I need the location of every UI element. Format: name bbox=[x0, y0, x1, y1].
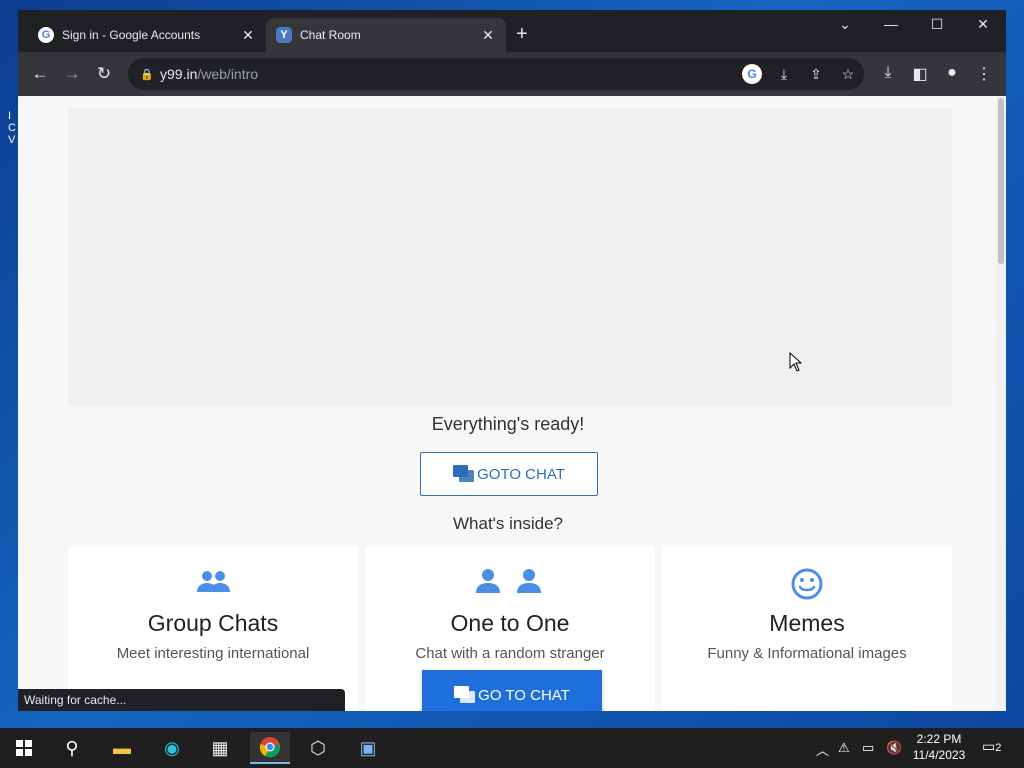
minimize-icon[interactable]: — bbox=[876, 16, 906, 32]
chat-icon bbox=[453, 465, 475, 483]
page-viewport: Everything's ready! GOTO CHAT What's ins… bbox=[18, 96, 1006, 711]
feature-card-memes: Memes Funny & Informational images bbox=[662, 546, 952, 711]
ad-banner-placeholder bbox=[68, 108, 952, 406]
sticky-go-to-chat-button[interactable]: GO TO CHAT bbox=[422, 670, 602, 711]
maximize-icon[interactable]: ☐ bbox=[922, 16, 952, 33]
app-xp-icon[interactable]: ▣ bbox=[348, 732, 388, 764]
system-clock[interactable]: 2:22 PM 11/4/2023 bbox=[906, 731, 972, 763]
install-app-icon[interactable]: ⤓ bbox=[774, 64, 794, 84]
clock-time: 2:22 PM bbox=[916, 732, 962, 746]
tab-title: Chat Room bbox=[300, 28, 361, 42]
menu-icon[interactable]: ⋮ bbox=[974, 64, 994, 84]
browser-toolbar: ← → ↻ 🔒 y99.in /web/intro G ⤓ ⇪ ☆ ⤓ ◧ ● … bbox=[18, 52, 1006, 96]
side-panel-icon[interactable]: ◧ bbox=[910, 64, 930, 84]
taskbar: ⚲ ▬ ◉ ▦ ⬡ ▣ ︿ ⚠ ▭ 🔇 2:22 PM 11/4/2023 ▭2 bbox=[0, 728, 1024, 768]
network-icon[interactable]: ▭ bbox=[862, 740, 874, 756]
google-lens-icon[interactable]: G bbox=[742, 64, 762, 84]
volume-muted-icon[interactable]: 🔇 bbox=[886, 740, 902, 756]
ready-text: Everything's ready! bbox=[431, 414, 585, 434]
lock-icon[interactable]: 🔒 bbox=[140, 68, 154, 81]
notification-center-icon[interactable]: ▭2 bbox=[982, 738, 1001, 755]
google-icon: G bbox=[38, 27, 54, 43]
window-close-icon[interactable]: ✕ bbox=[968, 16, 998, 33]
feature-description: Meet interesting international bbox=[116, 645, 310, 662]
url-path: /web/intro bbox=[197, 66, 259, 82]
profile-icon[interactable]: ● bbox=[942, 64, 962, 82]
scrollbar-thumb[interactable] bbox=[998, 98, 1004, 264]
feature-description: Chat with a random stranger bbox=[415, 645, 605, 662]
group-icon bbox=[68, 568, 358, 608]
clock-date: 11/4/2023 bbox=[912, 748, 966, 762]
new-tab-icon[interactable]: + bbox=[516, 24, 528, 44]
back-icon[interactable]: ← bbox=[29, 64, 51, 84]
store-icon[interactable]: ▦ bbox=[200, 732, 240, 764]
downloads-icon[interactable]: ⤓ bbox=[878, 64, 898, 82]
status-bubble: Waiting for cache... bbox=[18, 689, 345, 711]
tab-title: Sign in - Google Accounts bbox=[62, 28, 201, 42]
feature-title: One to One bbox=[450, 610, 570, 636]
forward-icon[interactable]: → bbox=[61, 64, 83, 84]
edge-icon[interactable]: ◉ bbox=[152, 732, 192, 764]
desktop-icon-partial[interactable]: ICV bbox=[8, 110, 18, 200]
bookmark-star-icon[interactable]: ☆ bbox=[838, 64, 858, 84]
close-icon[interactable]: ✕ bbox=[480, 27, 496, 44]
chrome-icon[interactable] bbox=[250, 732, 290, 764]
whats-inside-heading: What's inside? bbox=[452, 514, 564, 533]
tab-chat-room[interactable]: Y Chat Room ✕ bbox=[266, 18, 506, 52]
file-explorer-icon[interactable]: ▬ bbox=[102, 732, 142, 764]
sticky-go-to-chat-label: GO TO CHAT bbox=[478, 686, 570, 704]
tab-search-icon[interactable]: ⌄ bbox=[830, 16, 860, 33]
tab-google-sign-in[interactable]: G Sign in - Google Accounts ✕ bbox=[28, 18, 266, 52]
windows-icon bbox=[16, 740, 32, 756]
browser-window: G Sign in - Google Accounts ✕ Y Chat Roo… bbox=[18, 10, 1006, 711]
close-icon[interactable]: ✕ bbox=[240, 27, 256, 44]
url-host: y99.in bbox=[160, 66, 198, 82]
start-button[interactable] bbox=[4, 732, 44, 764]
feature-description: Funny & Informational images bbox=[707, 645, 907, 662]
reload-icon[interactable]: ↻ bbox=[93, 64, 115, 84]
page-scrollbar[interactable] bbox=[996, 96, 1006, 711]
mouse-cursor-icon bbox=[789, 352, 803, 372]
network-warning-icon[interactable]: ⚠ bbox=[838, 740, 850, 756]
search-icon[interactable]: ⚲ bbox=[52, 732, 92, 764]
one-to-one-icon bbox=[365, 568, 655, 608]
tab-strip: G Sign in - Google Accounts ✕ Y Chat Roo… bbox=[18, 10, 1006, 52]
feature-title: Memes bbox=[769, 610, 845, 636]
show-hidden-icons-icon[interactable]: ︿ bbox=[816, 740, 829, 759]
address-bar[interactable]: 🔒 y99.in /web/intro G ⤓ ⇪ ☆ bbox=[128, 58, 864, 90]
goto-chat-button[interactable]: GOTO CHAT bbox=[420, 452, 598, 496]
chat-icon bbox=[454, 686, 476, 704]
share-icon[interactable]: ⇪ bbox=[806, 64, 826, 84]
notification-count: 2 bbox=[995, 742, 1002, 754]
smiley-icon bbox=[662, 568, 952, 608]
virtualbox-icon[interactable]: ⬡ bbox=[298, 732, 338, 764]
goto-chat-label: GOTO CHAT bbox=[477, 465, 565, 483]
feature-title: Group Chats bbox=[147, 610, 279, 636]
y99-icon: Y bbox=[276, 27, 292, 43]
feature-card-group-chats: Group Chats Meet interesting internation… bbox=[68, 546, 358, 711]
